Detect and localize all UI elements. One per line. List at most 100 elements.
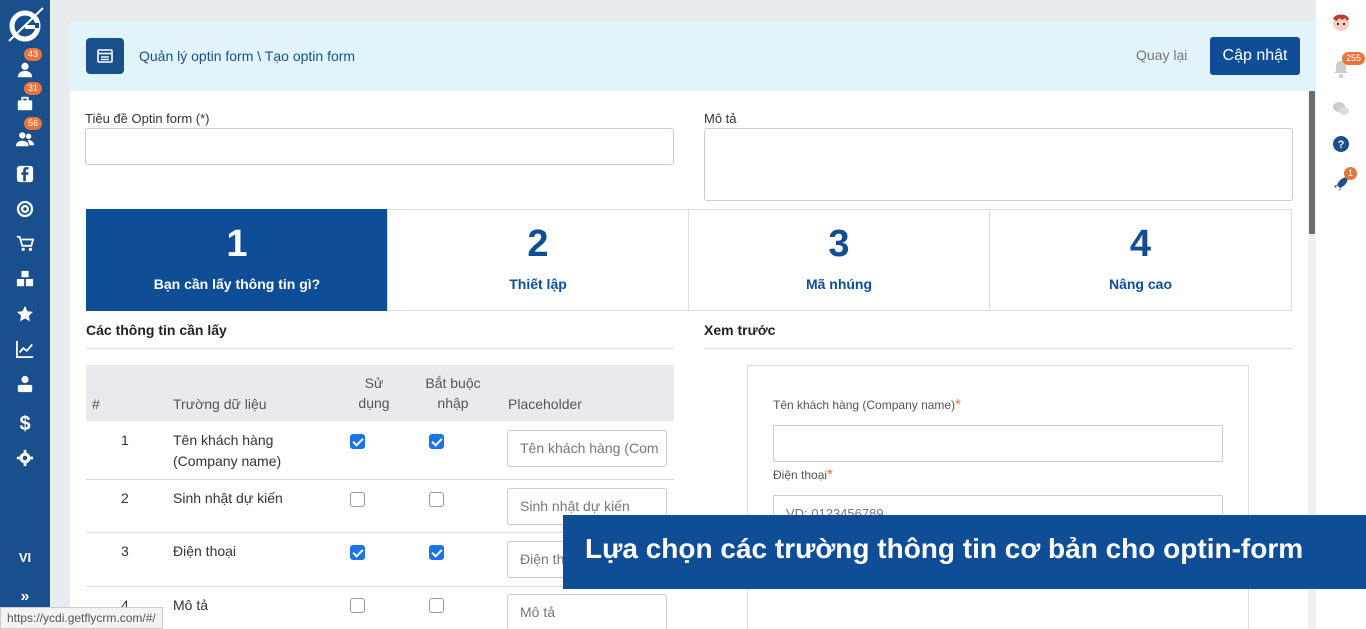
preview-name-input[interactable] — [773, 425, 1223, 462]
sidebar-item-orders[interactable] — [0, 229, 50, 259]
col-required-line1: Bắt buộc — [425, 375, 481, 391]
row-index: 1 — [121, 432, 129, 448]
col-index: # — [92, 396, 100, 412]
step-number: 2 — [527, 223, 549, 265]
step-tab-4[interactable]: 4 Nâng cao — [989, 209, 1292, 311]
sidebar-item-products[interactable] — [0, 264, 50, 294]
required-mark: * — [955, 396, 961, 413]
divider — [704, 348, 1293, 349]
star-icon — [16, 305, 34, 322]
table-row: 4 Mô tả Mô tả — [86, 587, 674, 629]
row-field-name: Mô tả — [173, 597, 209, 613]
col-use-line1: Sử — [364, 375, 384, 391]
placeholder-input[interactable]: Mô tả — [507, 594, 667, 629]
use-checkbox[interactable] — [350, 598, 365, 613]
required-checkbox[interactable] — [429, 545, 444, 560]
preview-name-label-text: Tên khách hàng (Company name) — [773, 398, 956, 412]
deals-badge: 31 — [24, 82, 43, 95]
fields-table-header: # Trường dữ liệu Sử dụng Bắt buộc nhập P… — [86, 365, 674, 421]
title-label: Tiêu đề Optin form (*) — [85, 111, 210, 126]
required-checkbox[interactable] — [429, 492, 444, 507]
target-icon — [16, 200, 34, 218]
users-badge: 56 — [24, 117, 43, 130]
row-field-name: Sinh nhật dự kiến — [173, 490, 283, 506]
preview-name-label: Tên khách hàng (Company name)* — [773, 396, 961, 413]
contacts-badge: 43 — [24, 48, 43, 61]
row-field-line2: (Company name) — [173, 453, 282, 469]
row-field-name: Điện thoại — [173, 543, 237, 559]
required-checkbox[interactable] — [429, 434, 444, 449]
step-number: 1 — [226, 223, 248, 265]
sidebar-item-facebook[interactable] — [0, 159, 50, 189]
required-checkbox[interactable] — [429, 598, 444, 613]
dollar-icon: $ — [19, 412, 31, 435]
col-use: Sử dụng — [344, 373, 404, 413]
sidebar-item-campaigns[interactable] — [0, 194, 50, 224]
help[interactable]: ? — [1330, 133, 1352, 155]
step-label: Nâng cao — [1108, 276, 1172, 292]
chat-icon — [1333, 102, 1349, 115]
row-field-name: Tên khách hàng (Company name) — [173, 430, 281, 472]
sidebar-item-contacts[interactable]: 43 — [0, 48, 50, 85]
status-url: https://ycdi.getflycrm.com/#/ — [0, 607, 163, 629]
preview-box: Tên khách hàng (Company name)* Điện thoạ… — [747, 365, 1249, 629]
scroll-thumb[interactable] — [1309, 91, 1315, 234]
cart-icon — [16, 235, 34, 252]
form-icon — [86, 38, 124, 74]
sidebar-item-organization[interactable] — [0, 369, 50, 399]
notifications-badge: 255 — [1342, 52, 1366, 65]
step-tab-1[interactable]: 1 Bạn cần lấy thông tin gì? — [86, 209, 388, 311]
col-field: Trường dữ liệu — [173, 396, 267, 412]
table-row: 1 Tên khách hàng (Company name) Tên khác… — [86, 421, 674, 480]
title-input[interactable] — [85, 128, 674, 165]
help-icon: ? — [1333, 136, 1349, 152]
breadcrumb[interactable]: Quản lý optin form \ Tạo optin form — [139, 48, 355, 64]
step-tab-3[interactable]: 3 Mã nhúng — [688, 209, 990, 311]
preview-phone-label: Điện thoại* — [773, 466, 833, 483]
description-textarea[interactable] — [704, 128, 1293, 201]
row-index: 3 — [121, 543, 129, 559]
description-label: Mô tả — [704, 111, 737, 126]
gear-icon — [16, 449, 34, 467]
sidebar-item-users[interactable]: 56 — [0, 117, 50, 154]
col-placeholder: Placeholder — [508, 396, 582, 412]
sidebar-item-settings[interactable] — [0, 443, 50, 473]
avatar[interactable] — [1330, 11, 1352, 33]
chart-icon — [16, 340, 34, 358]
step-tab-2[interactable]: 2 Thiết lập — [387, 209, 689, 311]
sidebar-item-finance[interactable]: $ — [0, 409, 50, 439]
whats-new[interactable]: 1 — [1330, 167, 1358, 195]
users-icon — [16, 132, 34, 147]
use-checkbox[interactable] — [350, 545, 365, 560]
notifications[interactable]: 255 — [1330, 52, 1366, 80]
step-number: 3 — [828, 223, 850, 265]
app-logo[interactable] — [4, 4, 46, 46]
use-checkbox[interactable] — [350, 434, 365, 449]
step-number: 4 — [1129, 223, 1152, 265]
sitemap-icon — [17, 375, 33, 393]
col-required: Bắt buộc nhập — [419, 373, 487, 413]
use-checkbox[interactable] — [350, 492, 365, 507]
divider — [86, 348, 674, 349]
preview-phone-label-text: Điện thoại — [773, 468, 828, 482]
sidebar-item-deals[interactable]: 31 — [0, 82, 50, 119]
col-required-line2: nhập — [437, 395, 469, 411]
placeholder-input[interactable]: Tên khách hàng (Com — [507, 430, 667, 467]
required-mark: * — [827, 466, 833, 483]
sidebar-item-reports[interactable] — [0, 334, 50, 364]
caption-banner: Lựa chọn các trường thông tin cơ bản cho… — [563, 515, 1366, 589]
row-field-line1: Tên khách hàng — [173, 432, 274, 448]
chat[interactable] — [1330, 98, 1352, 120]
facebook-icon — [16, 165, 34, 183]
whats-new-badge: 1 — [1344, 167, 1358, 180]
fields-section-title: Các thông tin cần lấy — [86, 322, 227, 338]
cubes-icon — [16, 270, 34, 287]
step-label: Thiết lập — [509, 276, 567, 292]
row-index: 2 — [121, 490, 129, 506]
sidebar-item-favorites[interactable] — [0, 299, 50, 329]
back-link[interactable]: Quay lại — [1136, 47, 1187, 63]
language-switch[interactable]: VI — [0, 550, 50, 565]
briefcase-icon — [17, 96, 33, 111]
svg-text:?: ? — [1338, 139, 1345, 151]
update-button[interactable]: Cập nhật — [1210, 37, 1300, 75]
